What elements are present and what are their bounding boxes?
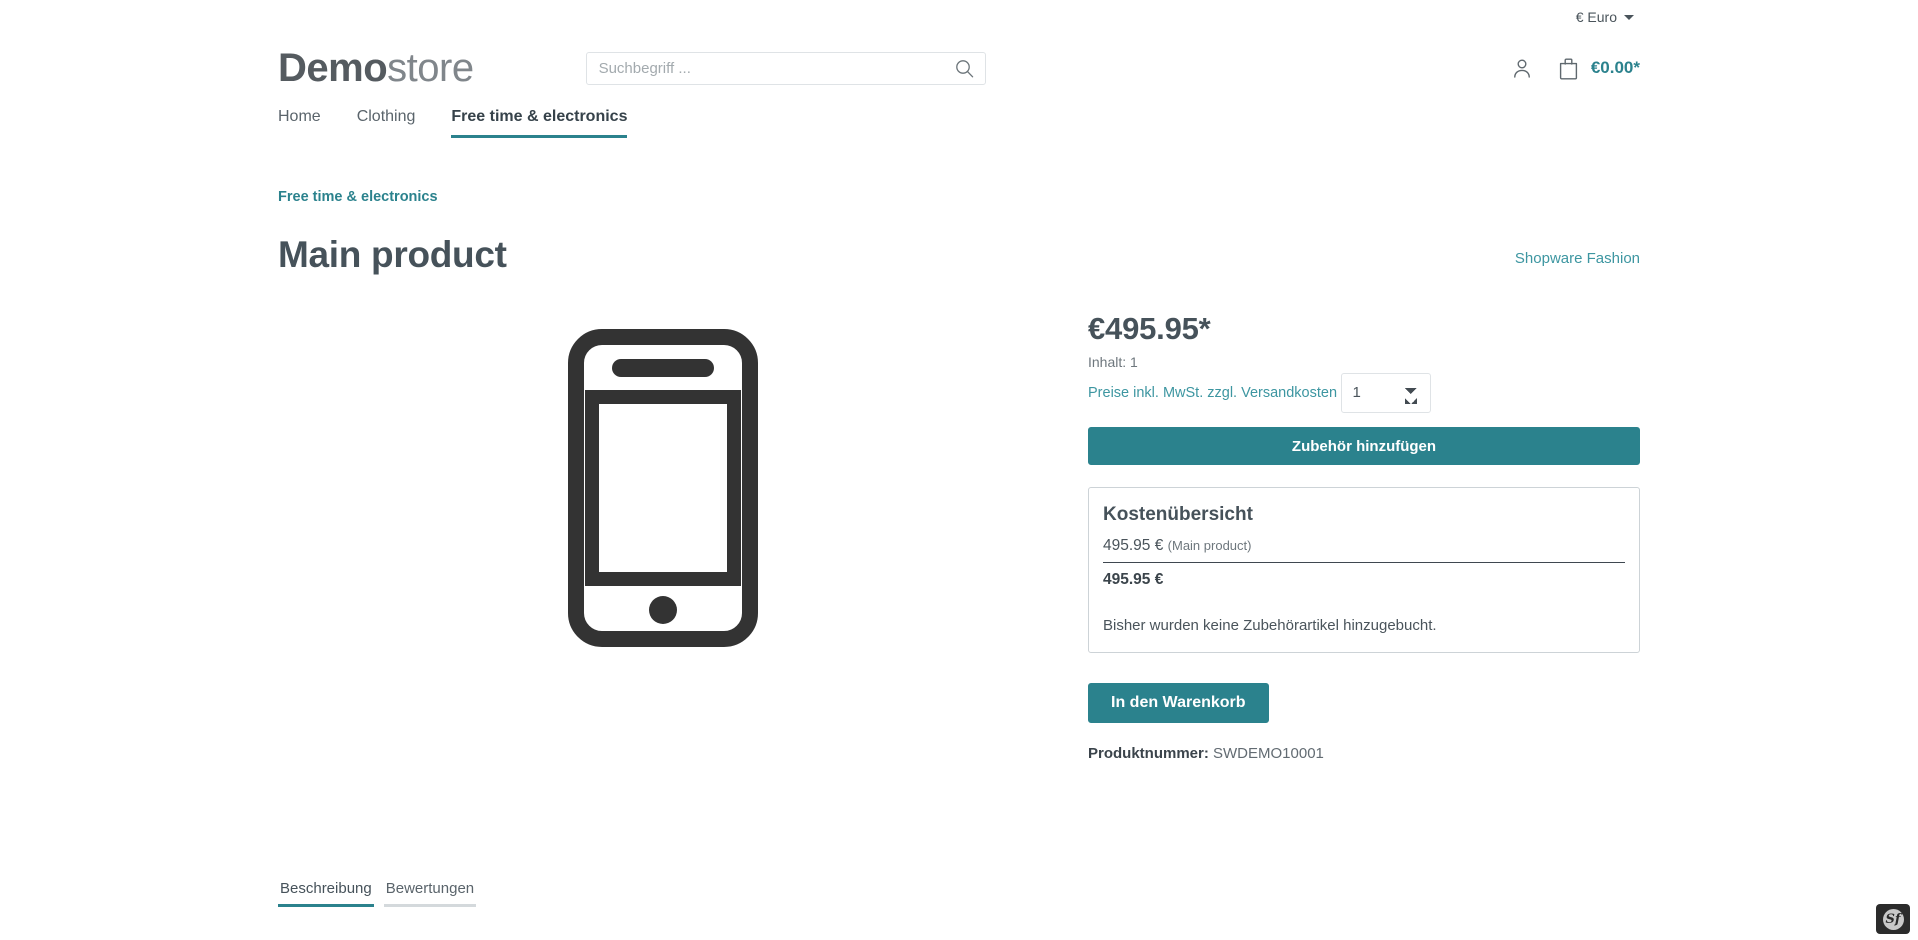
product-title-row: Main product Shopware Fashion [0,206,1918,277]
product-number-value: SWDEMO10001 [1213,745,1324,763]
cost-overview-divider [1103,562,1625,564]
tab-beschreibung[interactable]: Beschreibung [278,880,374,907]
account-button[interactable] [1510,56,1534,80]
product-number: Produktnummer: SWDEMO10001 [1088,745,1640,762]
site-header: Demostore €0. [0,34,1918,96]
top-utility-bar: € Euro [0,0,1918,34]
cost-overview-total: 495.95 € [1103,571,1164,589]
search-input[interactable] [585,51,986,85]
cost-overview-box: Kostenübersicht 495.95 € (Main product) … [1088,487,1640,654]
nav-item-home[interactable]: Home [278,108,321,138]
nav-item-free-time-electronics[interactable]: Free time & electronics [451,108,628,138]
cost-line-amount: 495.95 € [1103,537,1164,555]
breadcrumb: Free time & electronics [0,138,1918,206]
product-number-label: Produktnummer: [1088,745,1209,763]
search-button[interactable] [950,52,980,85]
cost-line-label: (Main product) [1167,538,1252,554]
page-root: € Euro Demostore Suchbegriff ... €0.00* … [0,0,1918,940]
add-to-cart-button[interactable]: In den Warenkorb [1088,683,1269,724]
product-gallery [278,311,1048,763]
user-icon [1513,59,1530,78]
cost-overview-note: Bisher wurden keine Zubehörartikel hinzu… [1103,617,1437,635]
search-container [585,51,986,85]
currency-selector[interactable]: € Euro [1570,8,1640,26]
nav-item-clothing[interactable]: Clothing [357,108,416,138]
quantity-select[interactable]: 1 [1341,372,1432,413]
product-buy-widget: €495.95* Inhalt: 1 Preise inkl. MwSt. zz… [1088,310,1640,762]
cart-amount: €0.00* [1590,58,1640,77]
site-logo[interactable]: Demostore [278,48,474,88]
logo-bold-text: Demo [278,46,388,90]
search-icon [956,59,974,77]
product-price: €495.95* [1088,310,1211,346]
main-navigation: Home Clothing Free time & electronics [0,96,1918,138]
symfony-toolbar-icon: Sf [1882,908,1904,930]
product-tabs: Beschreibung Bewertungen [278,880,477,907]
breadcrumb-item-free-time-electronics[interactable]: Free time & electronics [278,189,438,205]
logo-light-text: store [387,46,474,90]
add-accessory-button[interactable]: Zubehör hinzufügen [1088,427,1640,466]
tax-info-link[interactable]: Preise inkl. MwSt. zzgl. Versandkosten [1088,385,1337,401]
tab-bewertungen[interactable]: Bewertungen [383,880,477,907]
page-title: Main product [278,234,507,275]
currency-label: € Euro [1575,9,1617,25]
symfony-debug-toolbar[interactable]: Sf [1876,904,1910,934]
header-actions: €0.00* [1510,56,1640,81]
cost-overview-line: 495.95 € (Main product) [1103,537,1625,562]
cart-button[interactable]: €0.00* [1556,56,1640,81]
cost-overview-title: Kostenübersicht [1103,504,1253,526]
smartphone-icon[interactable] [568,328,758,647]
purchase-unit: Inhalt: 1 [1088,353,1138,370]
shopping-bag-icon [1559,58,1577,79]
manufacturer-link[interactable]: Shopware Fashion [1515,250,1640,267]
chevron-down-icon [1624,14,1634,20]
product-detail: €495.95* Inhalt: 1 Preise inkl. MwSt. zz… [0,277,1918,763]
